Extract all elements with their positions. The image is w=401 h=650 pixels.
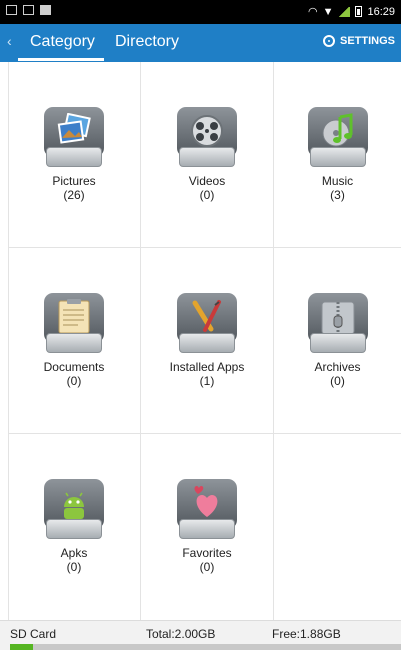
category-name: Archives (314, 360, 361, 374)
settings-label: SETTINGS (339, 35, 395, 47)
music-icon (307, 107, 368, 169)
category-count: (0) (66, 374, 82, 388)
category-installed-apps[interactable]: Installed Apps (1) (141, 248, 274, 434)
installed-apps-icon (177, 293, 237, 355)
status-time: 16:29 (367, 5, 395, 18)
category-name: Pictures (52, 174, 96, 188)
battery-icon (355, 6, 363, 17)
category-count: (0) (330, 374, 345, 388)
storage-free: Free:1.88GB (272, 627, 341, 641)
category-name: Music (321, 174, 354, 188)
storage-name: SD Card (10, 627, 57, 641)
signal-icon (338, 6, 351, 17)
category-count: (26) (63, 188, 85, 202)
gear-icon (322, 35, 335, 47)
storage-usage-track (10, 644, 401, 650)
category-favorites[interactable]: Favorites (0) (141, 434, 274, 620)
category-count: (0) (199, 560, 215, 574)
tab-directory[interactable]: Directory (115, 33, 179, 51)
wifi-icon: ▼ (322, 5, 334, 18)
category-name: Apks (60, 546, 88, 560)
status-bar: ◠ ▼ 16:29 (0, 0, 401, 24)
screenshot-notification-icon (6, 5, 17, 15)
empty-cell (274, 434, 401, 620)
storage-total: Total:2.00GB (146, 627, 216, 641)
category-grid: Pictures (26) Videos (0) Music (3) Docum… (8, 62, 401, 620)
storage-usage-fill (10, 644, 34, 650)
category-count: (1) (199, 374, 215, 388)
selected-tab-indicator (18, 58, 104, 61)
app-bar: ‹ Category Directory SETTINGS (0, 24, 401, 62)
category-count: (0) (199, 188, 215, 202)
favorites-icon (177, 479, 237, 541)
storage-bar: SD Card Total:2.00GB Free:1.88GB (0, 620, 401, 650)
category-count: (3) (330, 188, 345, 202)
category-name: Installed Apps (169, 360, 245, 374)
settings-button[interactable]: SETTINGS (322, 35, 395, 47)
category-name: Documents (43, 360, 105, 374)
category-music[interactable]: Music (3) (274, 62, 401, 248)
category-archives[interactable]: Archives (0) (274, 248, 401, 434)
category-videos[interactable]: Videos (0) (141, 62, 274, 248)
category-name: Videos (188, 174, 226, 188)
category-pictures[interactable]: Pictures (26) (8, 62, 141, 248)
tab-category[interactable]: Category (30, 33, 95, 51)
category-apks[interactable]: Apks (0) (8, 434, 141, 620)
category-documents[interactable]: Documents (0) (8, 248, 141, 434)
back-chevron-icon[interactable]: ‹ (7, 33, 12, 49)
videos-icon (177, 107, 237, 169)
pictures-icon (44, 107, 104, 169)
headset-icon: ◠ (307, 6, 318, 18)
media-notification-icon (40, 5, 51, 15)
archives-icon (307, 293, 368, 355)
category-count: (0) (66, 560, 82, 574)
category-name: Favorites (182, 546, 232, 560)
apks-icon (44, 479, 104, 541)
documents-icon (44, 293, 104, 355)
radio-notification-icon (23, 5, 34, 15)
